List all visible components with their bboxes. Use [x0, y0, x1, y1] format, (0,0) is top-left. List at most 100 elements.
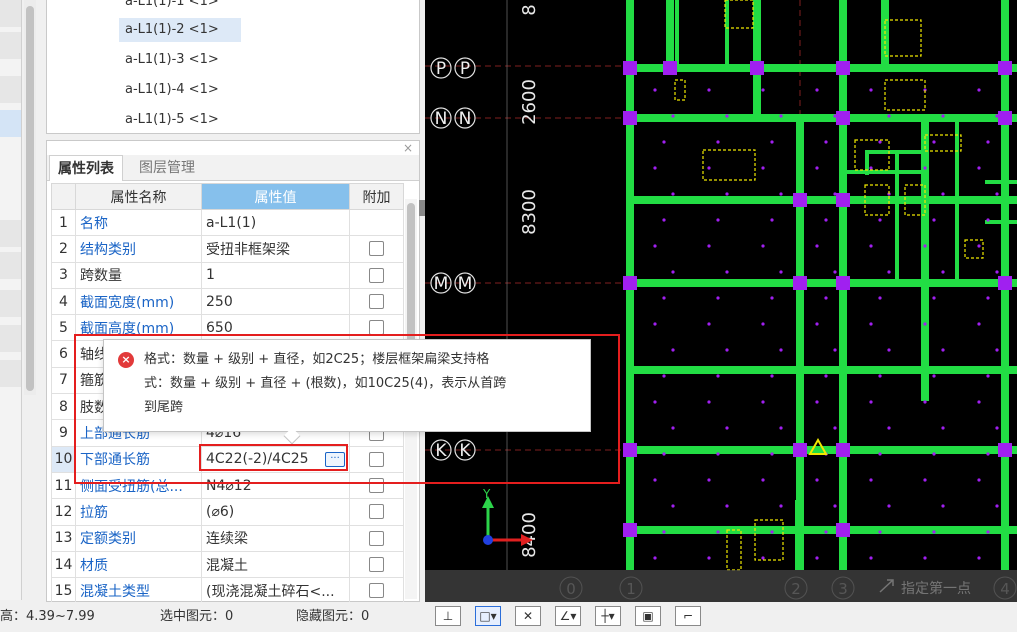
rebar-dot	[869, 556, 873, 560]
property-value[interactable]: (⌀6)	[201, 498, 350, 526]
list-item[interactable]: a-L1(1)-5 <1>	[119, 108, 225, 132]
property-row[interactable]: 1 名称 a-L1(1)	[51, 208, 404, 237]
beam	[666, 0, 674, 68]
strip-cell[interactable]	[0, 360, 21, 388]
property-value[interactable]: 1	[201, 261, 350, 289]
beam	[843, 170, 923, 174]
rebar-dot	[815, 556, 819, 560]
scroll-thumb[interactable]	[26, 6, 34, 391]
list-item[interactable]: a-L1(1)-4 <1>	[119, 78, 225, 102]
rebar-dot	[887, 504, 891, 508]
property-value[interactable]: (现浇混凝土碎石<...	[201, 577, 350, 605]
list-item[interactable]: a-L1(1)-3 <1>	[119, 48, 225, 72]
tab-layers[interactable]: 图层管理	[131, 155, 203, 181]
strip-cell[interactable]	[0, 0, 21, 28]
tab-properties[interactable]: 属性列表	[49, 155, 123, 181]
extra-checkbox[interactable]	[369, 451, 384, 467]
list-item-selected[interactable]: a-L1(1)-2 <1>	[119, 18, 241, 42]
extra-checkbox[interactable]	[369, 241, 384, 257]
ellipsis-button[interactable]: ···	[325, 451, 345, 467]
strip-cell[interactable]	[0, 32, 21, 60]
strip-cell-selected[interactable]	[0, 110, 21, 138]
rebar-annotation	[884, 79, 926, 111]
tooltip-line: 格式：数量 + 级别 + 直径，如2C25；楼层框架扁梁支持格	[144, 352, 490, 367]
extra-checkbox[interactable]	[369, 320, 384, 336]
rebar-dot	[869, 322, 873, 326]
property-value-editor[interactable]: 4C22(-2)/4C25 ···	[201, 445, 350, 473]
extra-checkbox[interactable]	[369, 504, 384, 520]
column	[793, 276, 807, 290]
extra-checkbox[interactable]	[369, 294, 384, 310]
property-value[interactable]: a-L1(1)	[201, 208, 350, 237]
beam	[921, 118, 929, 401]
rebar-dot	[986, 530, 990, 534]
extra-checkbox[interactable]	[369, 583, 384, 599]
property-row[interactable]: 13 定额类别 连续梁	[51, 524, 404, 552]
extra-checkbox[interactable]	[369, 267, 384, 283]
list-item[interactable]: a-L1(1)-1 <1>	[119, 0, 225, 14]
rebar-dot	[653, 556, 657, 560]
strip-cell[interactable]	[0, 76, 21, 104]
property-row[interactable]: 4 截面宽度(mm) 250	[51, 287, 404, 316]
rebar-dot	[770, 374, 774, 378]
property-name: 结构类别	[75, 235, 202, 263]
property-row[interactable]: 3 跨数量 1	[51, 261, 404, 289]
property-value[interactable]: 混凝土	[201, 550, 350, 579]
row-number: 12	[51, 498, 76, 526]
snap-tool-button[interactable]: ✕	[515, 606, 541, 626]
extra-checkbox[interactable]	[369, 530, 384, 546]
left-scrollbar[interactable]	[24, 0, 36, 395]
rebar-dot	[761, 322, 765, 326]
row-number: 15	[51, 577, 76, 605]
property-value[interactable]: 4C22(-2)/4C25	[206, 451, 309, 467]
rebar-dot	[833, 270, 837, 274]
drawing-canvas[interactable]: PPNNMMKK8260083008400Y01234指定第一点	[425, 0, 1017, 602]
property-row[interactable]: 15 混凝土类型 (现浇混凝土碎石<...	[51, 577, 404, 605]
header-name: 属性名称	[75, 183, 202, 210]
rebar-dot	[932, 374, 936, 378]
property-value[interactable]: 连续梁	[201, 524, 350, 552]
extra-checkbox[interactable]	[369, 478, 384, 494]
rebar-dot	[824, 530, 828, 534]
snap-tool-button[interactable]: ∠▾	[555, 606, 581, 626]
rebar-dot	[923, 478, 927, 482]
rebar-dot	[977, 478, 981, 482]
column	[998, 111, 1012, 125]
snap-tool-button[interactable]: □▾	[475, 606, 501, 626]
extra-checkbox[interactable]	[369, 557, 384, 572]
snap-tool-button[interactable]: ⌐	[675, 606, 701, 626]
property-row[interactable]: 10 下部通长筋 4C22(-2)/4C25 ···	[51, 445, 404, 473]
property-row[interactable]: 12 拉筋 (⌀6)	[51, 498, 404, 526]
panel-tabs: 属性列表 图层管理	[47, 155, 419, 181]
property-row[interactable]: 11 侧面受扭筋(总... N4⌀12	[51, 471, 404, 500]
snap-tool-button[interactable]: ┼▾	[595, 606, 621, 626]
property-value[interactable]: N4⌀12	[201, 471, 350, 500]
rebar-annotation	[674, 79, 686, 101]
rebar-annotation	[702, 149, 756, 181]
property-row[interactable]: 2 结构类别 受扭非框架梁	[51, 235, 404, 263]
strip-cell[interactable]	[0, 220, 21, 248]
property-value[interactable]: 受扭非框架梁	[201, 235, 350, 263]
property-value[interactable]: 650	[201, 314, 350, 342]
column	[793, 193, 807, 207]
strip-cell[interactable]	[0, 290, 21, 318]
property-row[interactable]: 14 材质 混凝土	[51, 550, 404, 579]
close-icon[interactable]: ×	[403, 141, 413, 155]
rebar-dot	[869, 88, 873, 92]
strip-cell[interactable]	[0, 252, 21, 280]
rebar-dot	[977, 244, 981, 248]
rebar-dot	[923, 244, 927, 248]
rebar-annotation	[884, 19, 922, 57]
property-row[interactable]: 5 截面高度(mm) 650	[51, 314, 404, 342]
axis-label: M	[434, 274, 449, 294]
snap-tool-button[interactable]: ⊥	[435, 606, 461, 626]
rebar-dot	[923, 400, 927, 404]
rebar-dot	[707, 400, 711, 404]
rebar-dot	[986, 218, 990, 222]
rebar-dot	[887, 426, 891, 430]
rebar-dot	[986, 452, 990, 456]
rebar-dot	[671, 426, 675, 430]
strip-cell[interactable]	[0, 325, 21, 353]
snap-tool-button[interactable]: ▣	[635, 606, 661, 626]
property-value[interactable]: 250	[201, 287, 350, 316]
